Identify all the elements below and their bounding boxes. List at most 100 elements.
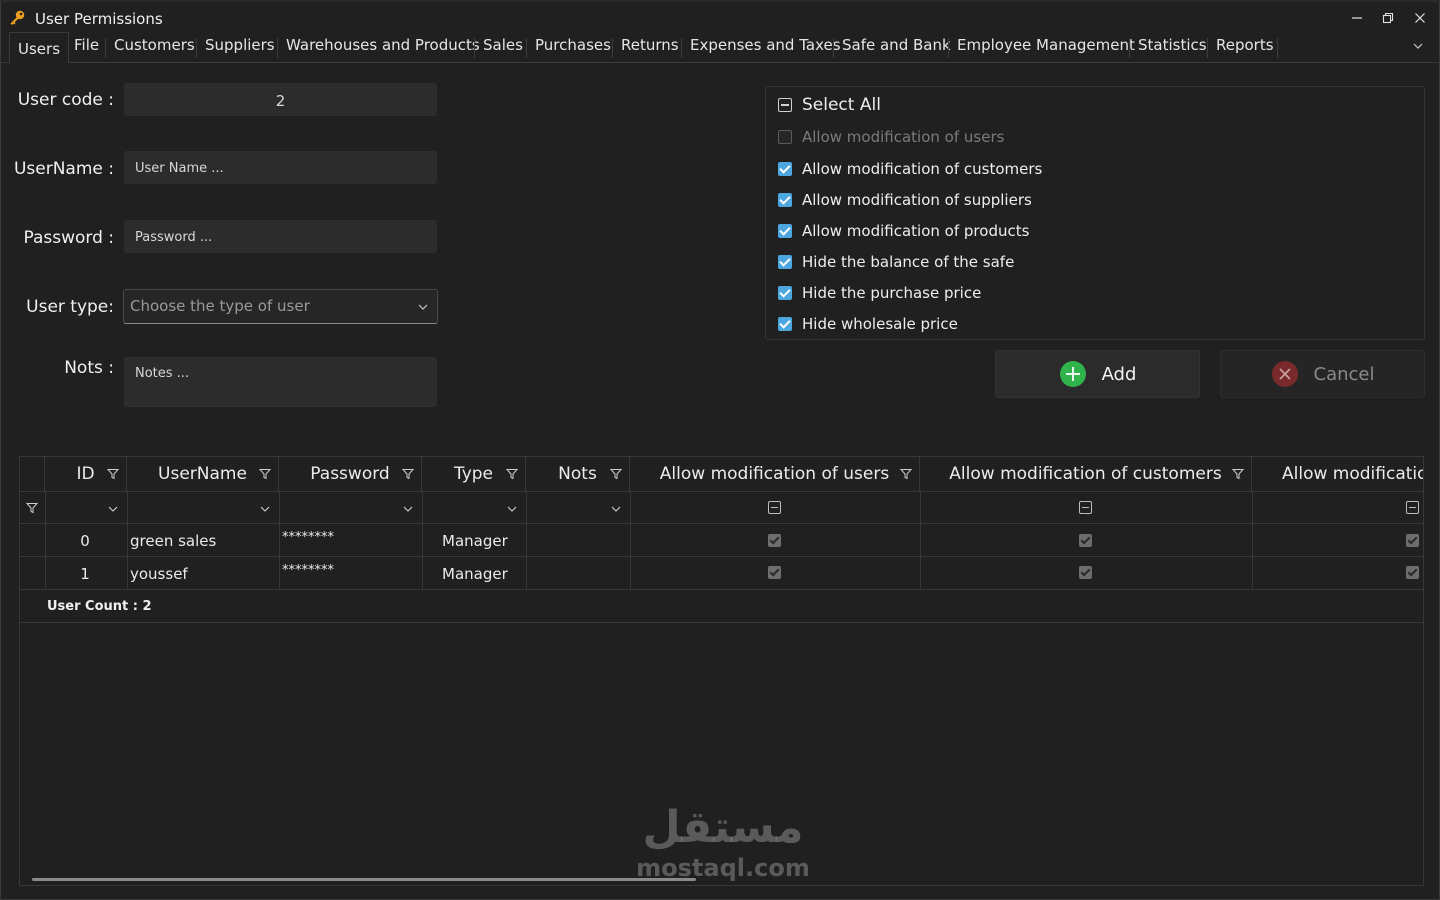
restore-icon: [1382, 12, 1394, 24]
grid-divider: [20, 491, 1423, 492]
chevron-down-icon[interactable]: [507, 504, 517, 514]
column-header-username[interactable]: UserName: [127, 457, 279, 491]
cell-perm-customers-checkbox[interactable]: [1079, 534, 1092, 547]
menu-file[interactable]: File: [74, 36, 99, 54]
chevron-down-icon[interactable]: [403, 504, 413, 514]
cancel-button-label: Cancel: [1313, 363, 1375, 385]
tab-users[interactable]: Users: [9, 32, 70, 63]
password-label: Password :: [23, 228, 114, 248]
perm-modify-users-box: [778, 130, 792, 144]
username-label: UserName :: [13, 159, 114, 179]
close-icon: [1415, 13, 1425, 23]
menu-warehouses-products[interactable]: Warehouses and Products: [286, 36, 480, 54]
cell-perm-users-checkbox[interactable]: [768, 566, 781, 579]
password-input[interactable]: Password ...: [124, 220, 437, 253]
cell-id: 1: [80, 565, 90, 583]
perm-modify-suppliers-label: Allow modification of suppliers: [802, 191, 1032, 209]
cell-type: Manager: [442, 565, 508, 583]
chevron-down-icon[interactable]: [611, 504, 621, 514]
perm-modify-suppliers[interactable]: Allow modification of suppliers: [778, 191, 1032, 209]
restore-button[interactable]: [1372, 6, 1404, 30]
add-button-label: Add: [1101, 363, 1137, 385]
cell-perm-customers-checkbox[interactable]: [1079, 566, 1092, 579]
filter-icon[interactable]: [610, 468, 622, 480]
add-button[interactable]: Add: [995, 350, 1200, 398]
perm-modify-customers-label: Allow modification of customers: [802, 160, 1043, 178]
column-header-type-label: Type: [453, 464, 494, 484]
menu-separator: [612, 38, 613, 58]
cell-perm-more-checkbox[interactable]: [1406, 566, 1419, 579]
close-button[interactable]: [1404, 6, 1436, 30]
grid-divider: [20, 556, 1423, 557]
cancel-icon: [1271, 361, 1298, 387]
filter-icon[interactable]: [259, 468, 271, 480]
menu-separator: [1277, 38, 1278, 58]
column-header-password[interactable]: Password: [279, 457, 422, 491]
cell-perm-more-checkbox[interactable]: [1406, 534, 1419, 547]
filter-icon[interactable]: [900, 468, 912, 480]
filter-checkbox[interactable]: [768, 501, 781, 514]
perm-hide-purchase-price-label: Hide the purchase price: [802, 284, 982, 302]
column-header-perm-users[interactable]: Allow modification of users: [630, 457, 920, 491]
notes-label: Nots :: [64, 358, 114, 378]
filter-icon[interactable]: [506, 468, 518, 480]
menu-statistics[interactable]: Statistics: [1138, 36, 1207, 54]
horizontal-scrollbar[interactable]: [32, 878, 696, 881]
perm-modify-products[interactable]: Allow modification of products: [778, 222, 1029, 240]
column-header-id-label: ID: [76, 464, 95, 484]
permissions-panel: Select All Allow modification of users A…: [765, 86, 1425, 340]
cancel-button[interactable]: Cancel: [1220, 350, 1425, 398]
perm-hide-purchase-price-box: [778, 286, 792, 300]
grid-divider: [422, 491, 423, 589]
menu-sales[interactable]: Sales: [483, 36, 523, 54]
menu-customers[interactable]: Customers: [114, 36, 195, 54]
user-type-placeholder: Choose the type of user: [130, 297, 310, 315]
menu-separator: [196, 38, 197, 58]
menu-expenses-taxes[interactable]: Expenses and Taxes: [690, 36, 841, 54]
user-type-select[interactable]: Choose the type of user: [123, 289, 438, 324]
menu-suppliers[interactable]: Suppliers: [205, 36, 275, 54]
menu-purchases[interactable]: Purchases: [535, 36, 611, 54]
grid-divider: [20, 622, 1423, 623]
select-all-checkbox[interactable]: Select All: [778, 95, 881, 115]
user-code-field[interactable]: 2: [124, 83, 437, 116]
perm-hide-wholesale-price[interactable]: Hide wholesale price: [778, 315, 958, 333]
window-title: User Permissions: [35, 10, 163, 28]
minimize-button[interactable]: [1341, 6, 1373, 30]
perm-hide-safe-balance[interactable]: Hide the balance of the safe: [778, 253, 1014, 271]
menu-separator: [1129, 38, 1130, 58]
row-indicator-header: [20, 457, 45, 491]
grid-divider: [1252, 491, 1253, 589]
cell-password: ********: [282, 563, 334, 578]
notes-input[interactable]: Notes ...: [124, 357, 437, 407]
menu-safe-bank[interactable]: Safe and Bank: [842, 36, 951, 54]
chevron-down-icon[interactable]: [108, 504, 118, 514]
column-header-perm-more[interactable]: Allow modificatio: [1252, 457, 1423, 491]
perm-modify-users-label: Allow modification of users: [802, 128, 1005, 146]
filter-icon[interactable]: [1232, 468, 1244, 480]
menu-reports[interactable]: Reports: [1216, 36, 1274, 54]
filter-checkbox[interactable]: [1406, 501, 1419, 514]
username-input[interactable]: User Name ...: [124, 151, 437, 184]
user-type-label: User type:: [26, 297, 114, 317]
cell-type: Manager: [442, 532, 508, 550]
chevron-down-icon[interactable]: [260, 504, 270, 514]
menu-returns[interactable]: Returns: [621, 36, 679, 54]
filter-checkbox[interactable]: [1079, 501, 1092, 514]
minimize-icon: [1352, 17, 1362, 19]
menu-employee-management[interactable]: Employee Management: [957, 36, 1135, 54]
filter-row-icon[interactable]: [26, 502, 38, 514]
column-header-perm-customers[interactable]: Allow modification of customers: [920, 457, 1252, 491]
grid-divider: [279, 491, 280, 589]
perm-hide-purchase-price[interactable]: Hide the purchase price: [778, 284, 981, 302]
cell-perm-users-checkbox[interactable]: [768, 534, 781, 547]
perm-modify-customers[interactable]: Allow modification of customers: [778, 160, 1042, 178]
perm-hide-wholesale-price-box: [778, 317, 792, 331]
grid-divider: [127, 491, 128, 589]
grid-divider: [630, 491, 631, 589]
menu-separator: [105, 38, 106, 58]
filter-icon[interactable]: [107, 468, 119, 480]
filter-icon[interactable]: [402, 468, 414, 480]
chevron-down-icon[interactable]: [1411, 39, 1425, 53]
cell-username: green sales: [130, 532, 217, 550]
